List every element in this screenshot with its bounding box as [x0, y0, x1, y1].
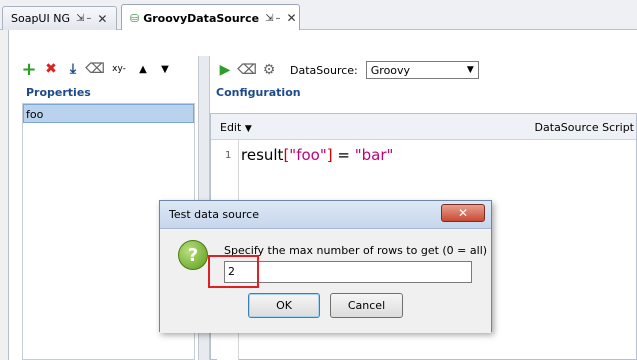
- edit-menu[interactable]: Edit ▼: [220, 121, 252, 134]
- datasource-value: Groovy: [370, 63, 411, 77]
- eraser-icon[interactable]: ⌫: [237, 62, 257, 78]
- highlight-box: [208, 255, 259, 288]
- list-item[interactable]: foo: [23, 104, 194, 123]
- code-operator: =: [332, 146, 355, 164]
- code-identifier: result: [241, 146, 284, 164]
- gear-icon[interactable]: ⚙: [262, 62, 276, 78]
- move-up-icon[interactable]: ▲: [136, 61, 150, 77]
- dialog-body: ? Specify the max number of rows to get …: [160, 230, 491, 333]
- download-icon[interactable]: ⤓: [66, 61, 80, 77]
- close-icon[interactable]: ✕: [97, 12, 107, 26]
- add-icon[interactable]: +: [21, 59, 36, 80]
- datasource-label: DataSource:: [290, 63, 358, 77]
- script-label: DataSource Script: [534, 121, 634, 134]
- chevron-down-icon: ▼: [244, 124, 252, 134]
- minimize-icon[interactable]: –: [275, 13, 280, 24]
- max-rows-input[interactable]: 2: [224, 261, 472, 283]
- tab-label: SoapUI NG: [11, 12, 70, 25]
- chevron-down-icon: ▼: [466, 65, 474, 75]
- close-icon: ✕: [457, 206, 469, 220]
- code-value: "bar": [354, 146, 394, 164]
- code-key: "foo": [289, 146, 327, 164]
- code-line[interactable]: result["foo"] = "bar": [241, 146, 393, 164]
- ok-button[interactable]: OK: [248, 293, 320, 318]
- edit-menu-label: Edit: [220, 121, 242, 134]
- question-icon: ?: [178, 240, 208, 270]
- rename-icon[interactable]: xy-: [110, 61, 128, 77]
- datasource-icon: ⛁: [130, 11, 140, 25]
- dialog-titlebar[interactable]: Test data source ✕: [160, 201, 491, 229]
- editor-toolbar: Edit ▼ DataSource Script: [211, 114, 636, 140]
- configuration-toolbar: ▶ ⌫ ⚙ DataSource: Groovy ▼: [218, 59, 479, 81]
- tab-bar: SoapUI NG ⇲ – ✕ ⛁ GroovyDataSource ⇲ – ✕: [0, 0, 637, 31]
- delete-icon[interactable]: ✖: [44, 61, 58, 77]
- dialog-prompt: Specify the max number of rows to get (0…: [224, 244, 488, 257]
- configuration-heading: Configuration: [216, 86, 301, 99]
- properties-toolbar: + ✖ ⤓ ⌫ xy- ▲ ▼: [21, 58, 172, 80]
- test-data-source-dialog: Test data source ✕ ? Specify the max num…: [159, 200, 492, 333]
- eraser-icon[interactable]: ⌫: [85, 61, 105, 77]
- tab-groovydatasource[interactable]: ⛁ GroovyDataSource ⇲ – ✕: [121, 4, 300, 31]
- pin-icon[interactable]: ⇲: [265, 13, 273, 24]
- run-icon[interactable]: ▶: [218, 62, 232, 78]
- dialog-title: Test data source: [169, 208, 259, 221]
- tab-label: GroovyDataSource: [143, 11, 260, 25]
- close-icon[interactable]: ✕: [286, 11, 296, 25]
- minimize-icon[interactable]: –: [86, 13, 91, 24]
- pin-icon[interactable]: ⇲: [76, 13, 84, 24]
- cancel-button[interactable]: Cancel: [330, 293, 403, 318]
- close-button[interactable]: ✕: [441, 204, 485, 222]
- datasource-select[interactable]: Groovy ▼: [365, 61, 479, 79]
- properties-heading: Properties: [26, 86, 91, 99]
- line-number: 1: [225, 150, 232, 161]
- tab-soapui-ng[interactable]: SoapUI NG ⇲ – ✕: [2, 6, 117, 30]
- move-down-icon[interactable]: ▼: [158, 61, 172, 77]
